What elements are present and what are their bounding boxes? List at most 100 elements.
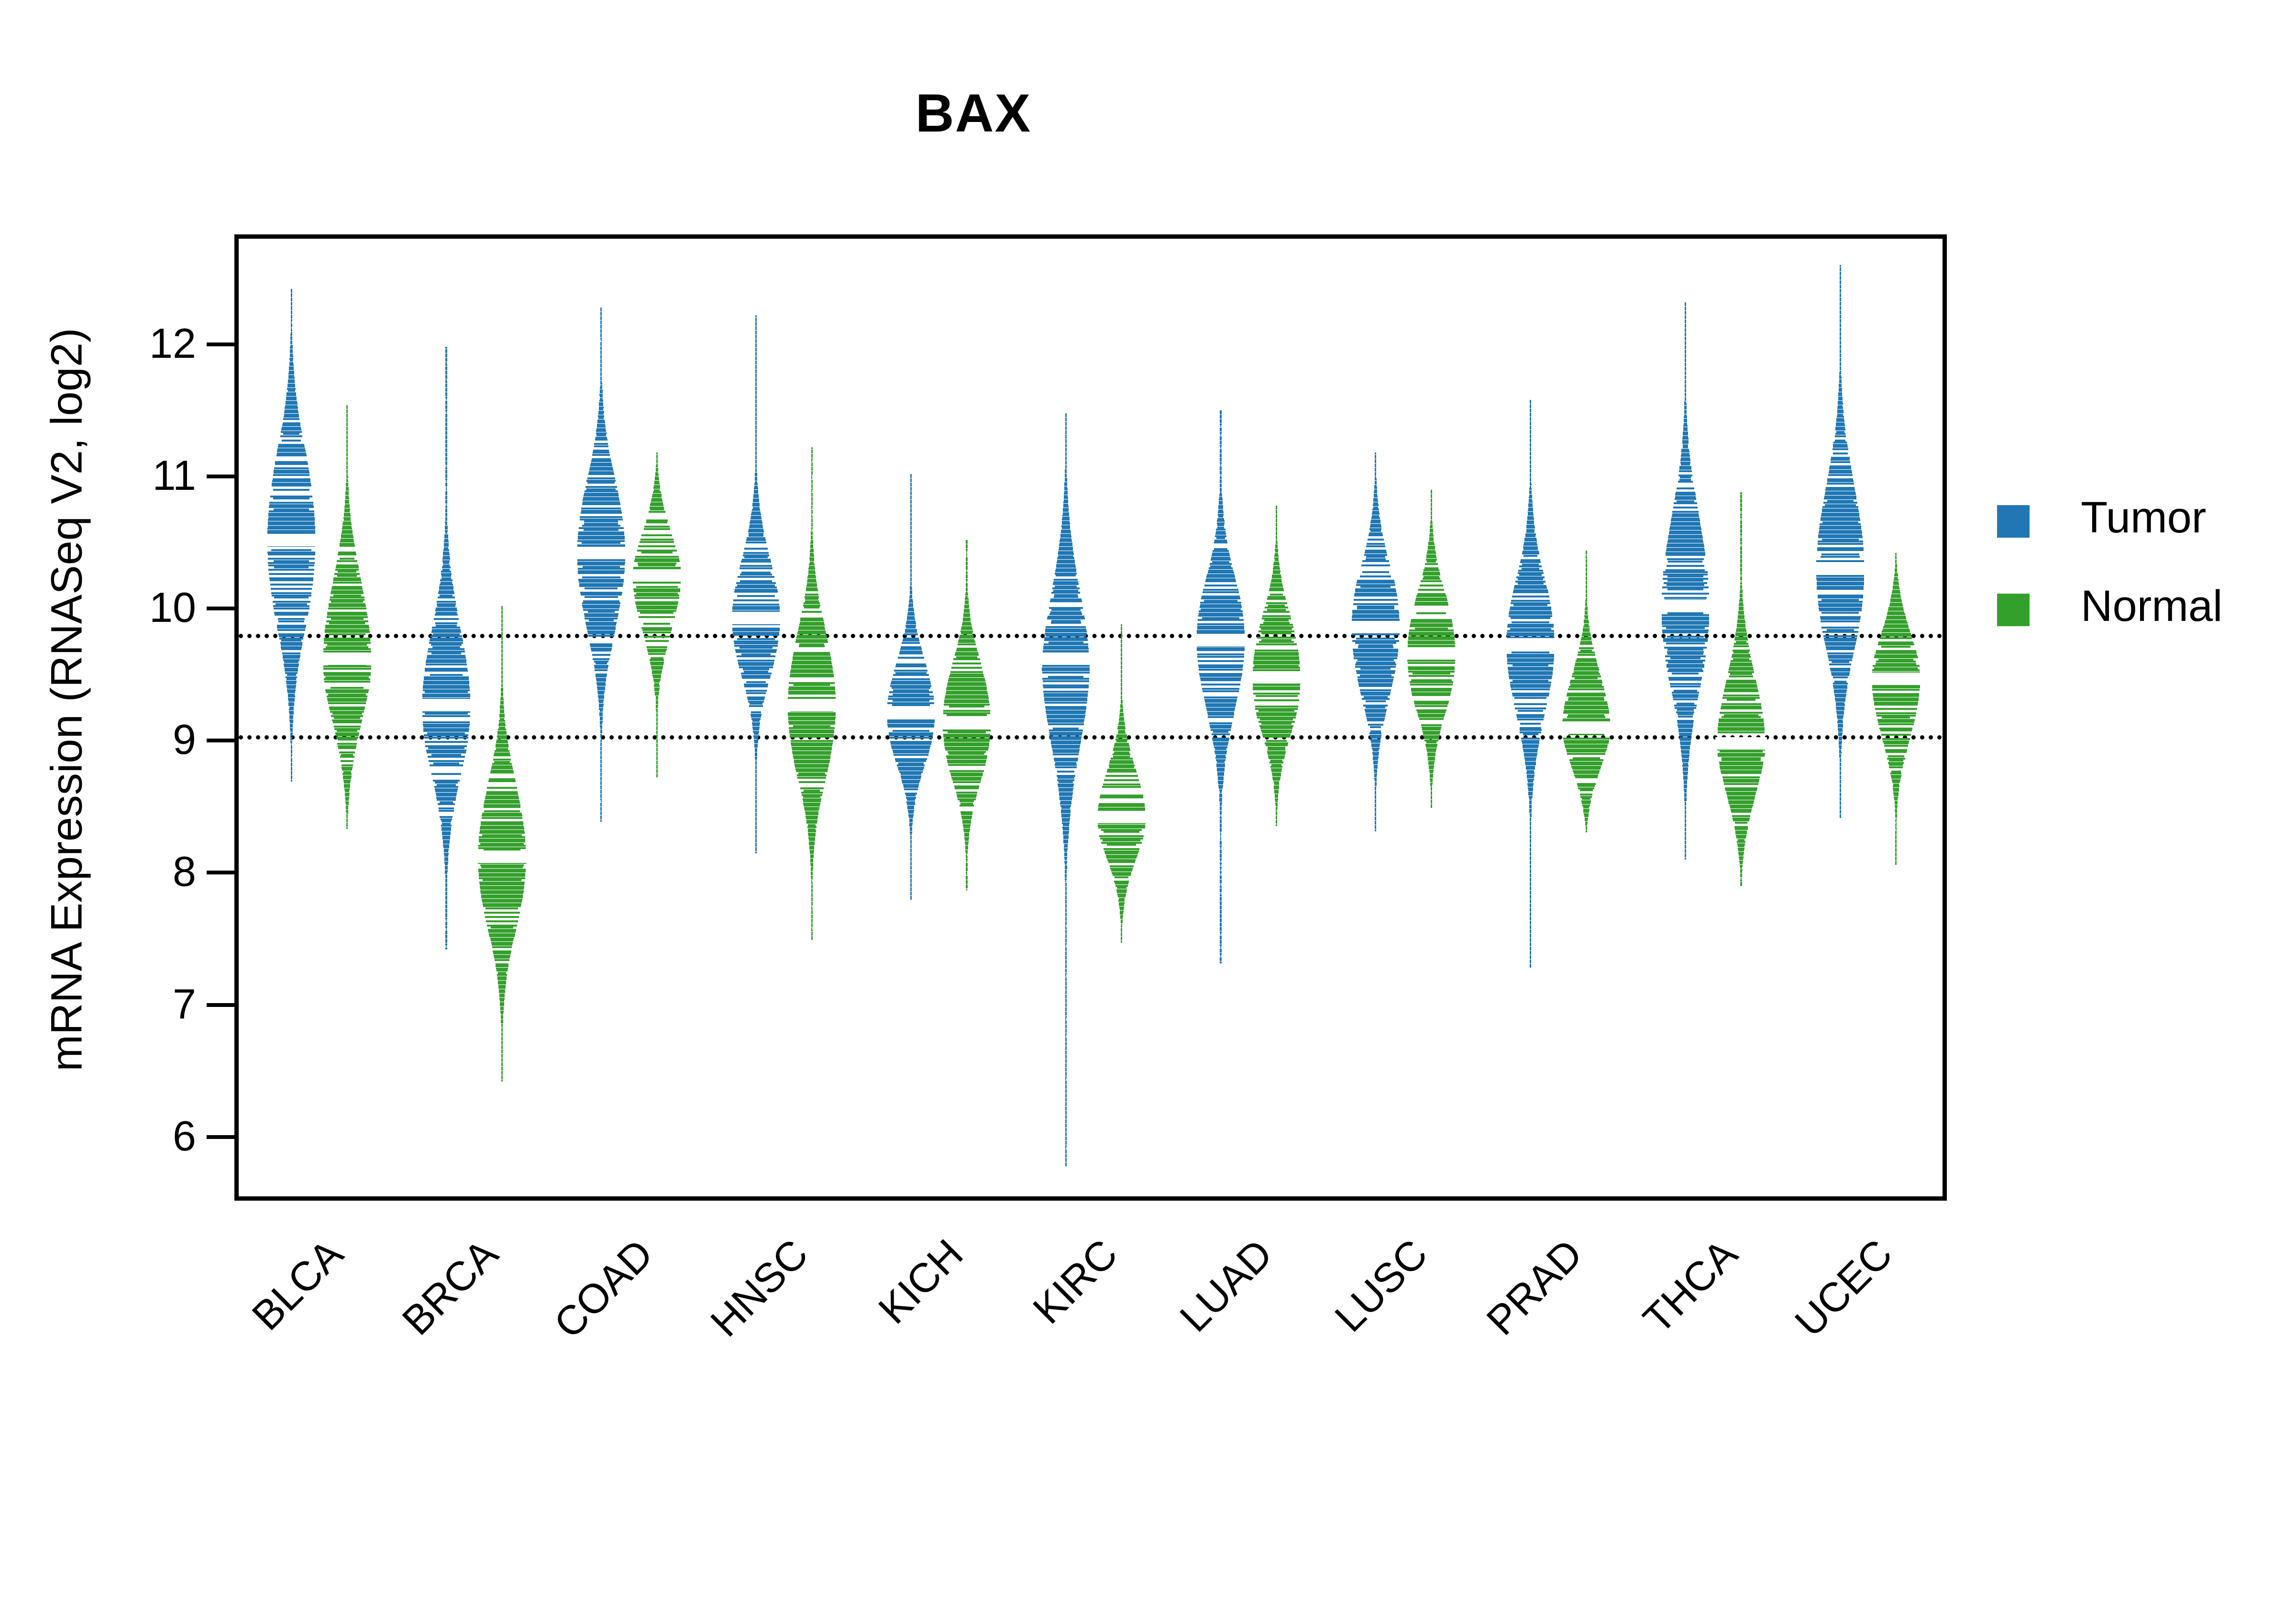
violin-row [743, 668, 769, 671]
violin-row [1820, 618, 1861, 620]
violin-row [964, 608, 970, 611]
violin-row [888, 697, 934, 700]
violin-row [1831, 672, 1850, 674]
violin-row [1263, 611, 1290, 613]
violin-row [600, 348, 602, 351]
violin-row [1053, 757, 1078, 760]
violin-row [1740, 884, 1742, 886]
violin-row [900, 775, 922, 777]
violin-row [487, 786, 517, 789]
median-bar [885, 707, 937, 719]
violin-row [273, 472, 309, 474]
violin-row [810, 542, 813, 544]
violin-row [268, 517, 315, 519]
violin-row [577, 561, 625, 563]
violin-row [1671, 519, 1700, 522]
violin-row [496, 965, 508, 968]
violin-row [1065, 923, 1067, 925]
violin-row [1118, 729, 1125, 732]
violin-row [1058, 553, 1074, 555]
violin-row [1121, 695, 1123, 697]
violin-row [966, 867, 968, 869]
violin-row [1258, 720, 1295, 723]
violin-row [811, 520, 813, 523]
violin-row [798, 781, 825, 783]
violin-row [1253, 688, 1300, 691]
violin-row [902, 779, 920, 782]
violin-row [1060, 533, 1071, 536]
violin-row [655, 472, 659, 474]
violin-row [599, 720, 603, 723]
violin-row [1119, 712, 1124, 715]
violin-row [1065, 975, 1067, 977]
violin-row [735, 588, 777, 591]
violin-row [1065, 895, 1067, 897]
violin-row [577, 540, 625, 542]
violin-row [1839, 771, 1841, 773]
violin-row [1839, 777, 1841, 780]
violin-row [445, 878, 447, 881]
violin-row [1838, 394, 1843, 397]
violin-row [286, 680, 297, 683]
violin-row [1895, 850, 1897, 852]
violin-row [342, 766, 353, 769]
violin-row [1874, 656, 1918, 659]
violin-row [1121, 939, 1123, 941]
violin-row [1895, 553, 1897, 555]
violin-row [1574, 774, 1599, 776]
violin-row [809, 841, 815, 843]
violin-row [651, 670, 662, 672]
violin-row [1065, 456, 1067, 458]
violin-row [340, 538, 354, 541]
violin-row [811, 516, 813, 519]
violin-row [501, 1071, 503, 1073]
violin-row [656, 743, 658, 745]
violin-row [443, 848, 449, 851]
violin-row [1217, 518, 1225, 520]
violin-row [1370, 530, 1381, 532]
violin-row [755, 371, 757, 374]
violin-row [1375, 806, 1377, 808]
violin-row [654, 483, 660, 485]
violin-row [1839, 762, 1841, 764]
violin-row [909, 827, 913, 829]
violin-row [887, 726, 934, 728]
violin-row [584, 522, 618, 525]
violin-row [1430, 778, 1433, 780]
violin-row [646, 519, 668, 521]
violin-row [332, 719, 362, 721]
violin-row [1121, 940, 1123, 943]
violin-row [656, 719, 658, 722]
violin-row [959, 637, 974, 639]
violin-row [1582, 630, 1590, 632]
violin-row [600, 365, 602, 368]
violin-row [788, 718, 836, 721]
violin-row [1522, 552, 1539, 555]
violin-row [656, 724, 658, 726]
violin-row [1065, 1052, 1067, 1054]
violin-row [445, 379, 447, 381]
violin-row [1585, 606, 1588, 608]
violin-row [1220, 845, 1222, 847]
violin-row [1059, 542, 1072, 544]
violin-row [1678, 481, 1693, 483]
violin-row [1876, 663, 1917, 665]
violin-row [485, 916, 519, 918]
violin-row [1891, 779, 1900, 781]
violin-row [1118, 725, 1126, 728]
violin-row [908, 814, 914, 816]
violin-row [1684, 358, 1687, 360]
violin-row [324, 678, 371, 681]
violin-row [1825, 491, 1855, 493]
violin-row [1218, 780, 1224, 783]
violin-row [810, 858, 814, 861]
violin-row [754, 483, 758, 486]
violin-row [910, 562, 912, 564]
violin-row [600, 309, 602, 312]
violin-row [1895, 843, 1897, 846]
violin-row [1065, 443, 1067, 445]
violin-row [1275, 794, 1278, 796]
violin-row [1375, 461, 1377, 464]
violin-row [949, 673, 984, 675]
violin-row [1363, 704, 1388, 707]
